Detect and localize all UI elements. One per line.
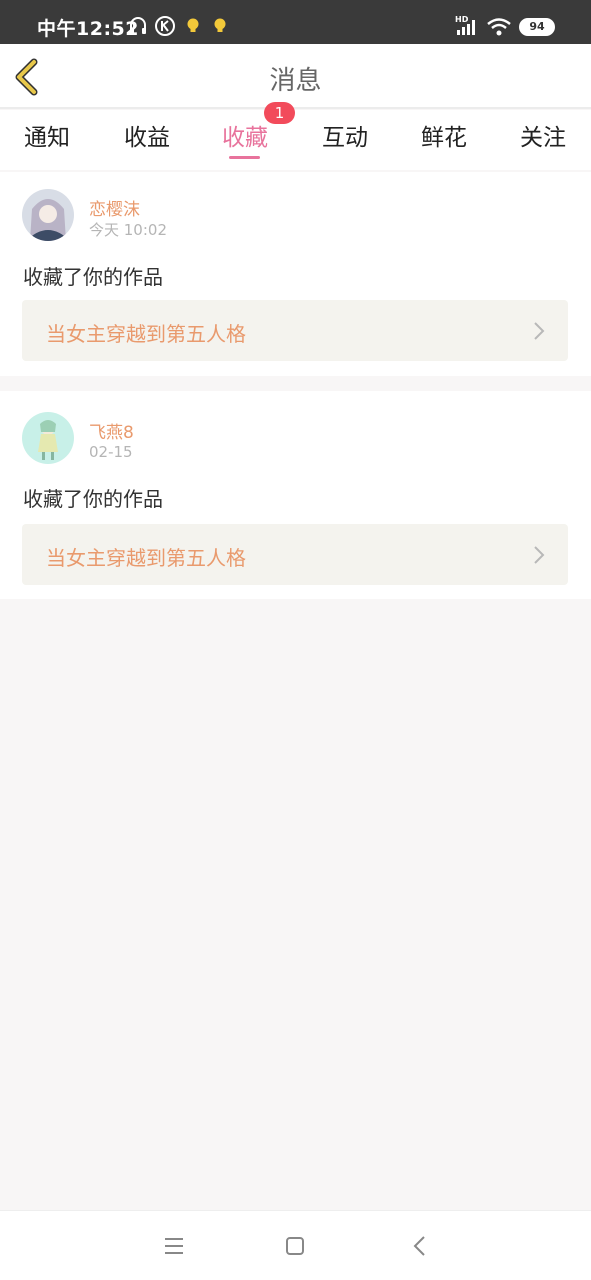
back-icon[interactable] — [405, 1233, 435, 1259]
status-time: 中午12:52 — [37, 18, 139, 40]
tab-earnings[interactable]: 收益 — [124, 118, 170, 152]
tab-notifications[interactable]: 通知 — [24, 118, 70, 152]
avatar[interactable] — [22, 189, 74, 241]
k-app-icon — [155, 16, 175, 36]
favorites-badge: 1 — [264, 102, 295, 124]
work-title: 当女主穿越到第五人格 — [46, 546, 246, 570]
system-nav-bar — [0, 1210, 591, 1280]
work-title: 当女主穿越到第五人格 — [46, 322, 246, 346]
tab-flowers[interactable]: 鲜花 — [421, 118, 467, 152]
active-tab-indicator — [229, 156, 260, 159]
headset-icon — [130, 17, 146, 34]
page-title: 消息 — [269, 66, 322, 96]
work-link[interactable]: 当女主穿越到第五人格 — [22, 300, 568, 361]
message-card: 飞燕8 02-15 收藏了你的作品 当女主穿越到第五人格 — [0, 391, 591, 599]
home-icon[interactable] — [280, 1233, 310, 1259]
chevron-right-icon — [534, 546, 545, 564]
message-card: 恋樱沫 今天 10:02 收藏了你的作品 当女主穿越到第五人格 — [0, 172, 591, 376]
header: 消息 — [0, 44, 591, 109]
timestamp: 今天 10:02 — [89, 221, 167, 239]
username[interactable]: 恋樱沫 — [89, 195, 140, 220]
timestamp: 02-15 — [89, 443, 133, 461]
menu-icon[interactable] — [159, 1233, 189, 1259]
status-bar: 中午12:52 HD 94 — [0, 0, 591, 44]
tab-follows[interactable]: 关注 — [520, 118, 566, 152]
signal-icon — [457, 20, 475, 35]
username[interactable]: 飞燕8 — [89, 418, 134, 443]
tab-bar: 通知 收益 收藏 互动 鲜花 关注 — [0, 110, 591, 170]
wifi-icon — [487, 18, 511, 36]
battery-icon: 94 — [519, 18, 555, 36]
avatar[interactable] — [22, 412, 74, 464]
work-link[interactable]: 当女主穿越到第五人格 — [22, 524, 568, 585]
tab-favorites[interactable]: 收藏 — [222, 118, 268, 152]
tab-interactions[interactable]: 互动 — [322, 118, 368, 152]
bulb-icon — [187, 18, 199, 32]
bulb-icon — [214, 18, 226, 32]
chevron-right-icon — [534, 322, 545, 340]
action-text: 收藏了你的作品 — [23, 265, 163, 289]
action-text: 收藏了你的作品 — [23, 487, 163, 511]
